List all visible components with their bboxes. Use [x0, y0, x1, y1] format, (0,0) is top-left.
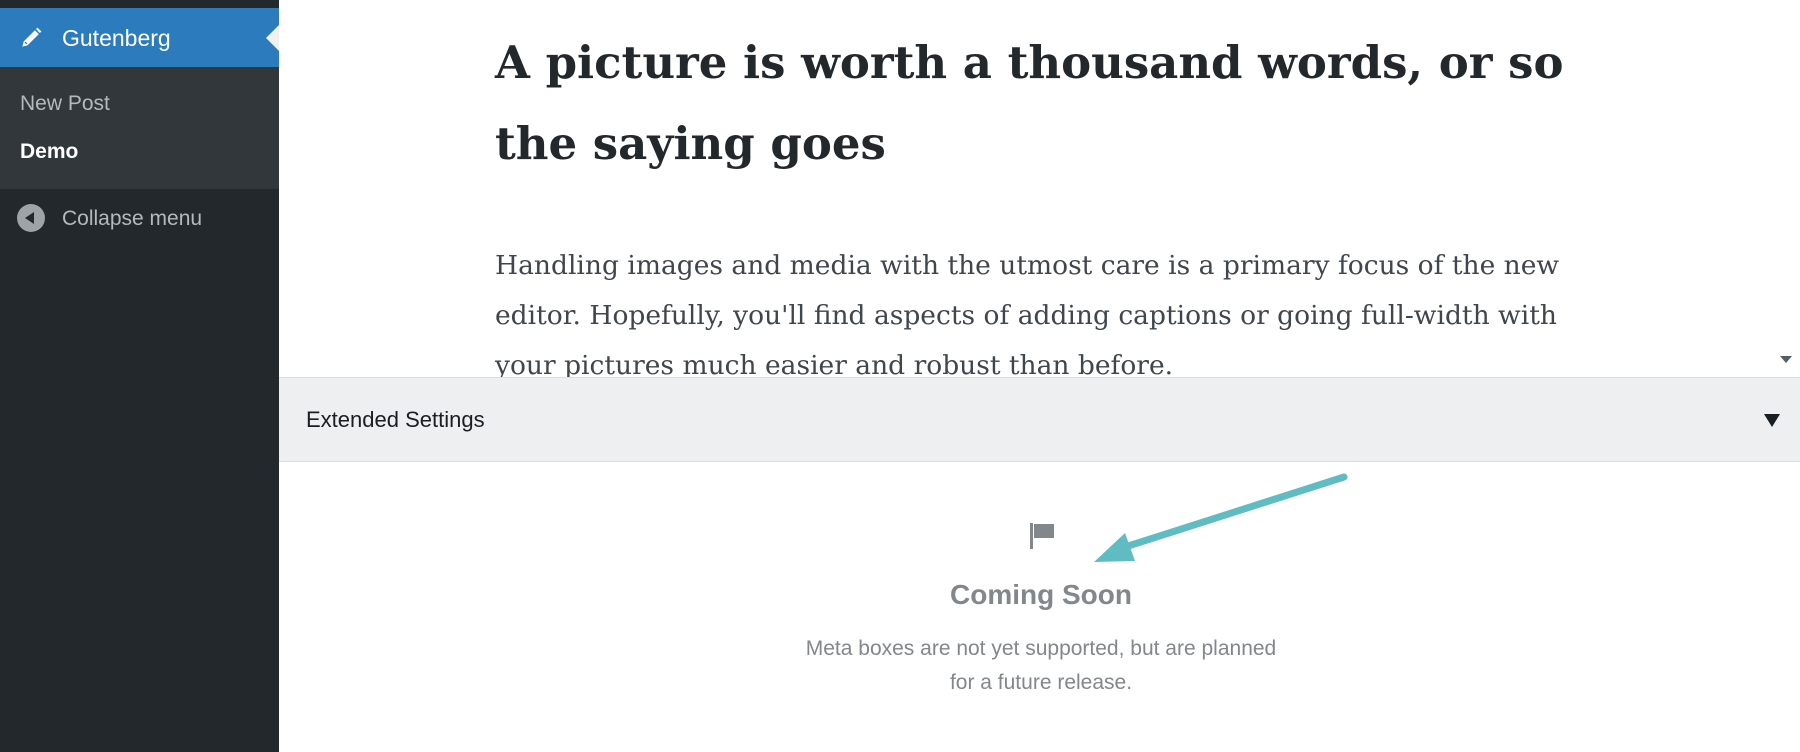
- notice-text-line: Meta boxes are not yet supported, but ar…: [805, 637, 1277, 660]
- collapse-menu-button[interactable]: Collapse menu: [0, 200, 279, 240]
- editor-canvas: A picture is worth a thousand words, or …: [279, 0, 1800, 377]
- notice-text-line: for a future release.: [949, 671, 1133, 694]
- sidebar-submenu: New Post Demo: [0, 67, 279, 189]
- notice-heading: Coming Soon: [950, 579, 1132, 610]
- collapse-menu-label: Collapse menu: [62, 207, 203, 230]
- submenu-item-demo[interactable]: Demo: [20, 139, 78, 165]
- active-item-notch: [266, 25, 279, 51]
- admin-sidebar: Gutenberg New Post Demo Collapse menu: [0, 0, 279, 752]
- flag-icon: [1030, 523, 1054, 549]
- submenu-item-new-post[interactable]: New Post: [20, 91, 110, 117]
- paragraph-block[interactable]: Handling images and media with the utmos…: [495, 241, 1585, 377]
- sidebar-item-label: Gutenberg: [62, 25, 171, 51]
- sidebar-item-gutenberg[interactable]: Gutenberg: [0, 8, 279, 67]
- panel-toggle-icon[interactable]: [1764, 414, 1780, 427]
- post-title[interactable]: A picture is worth a thousand words, or …: [495, 22, 1615, 184]
- collapse-arrow-icon: [17, 204, 45, 232]
- notice-text: Meta boxes are not yet supported, but ar…: [279, 632, 1800, 700]
- extended-settings-title: Extended Settings: [306, 407, 485, 432]
- extended-settings-panel-body: Coming Soon Meta boxes are not yet suppo…: [279, 462, 1800, 752]
- extended-settings-panel-header[interactable]: Extended Settings: [279, 377, 1800, 462]
- pencil-icon: [22, 27, 42, 47]
- scroll-down-arrow[interactable]: [1780, 356, 1792, 363]
- sidebar-top-strip: [0, 0, 279, 8]
